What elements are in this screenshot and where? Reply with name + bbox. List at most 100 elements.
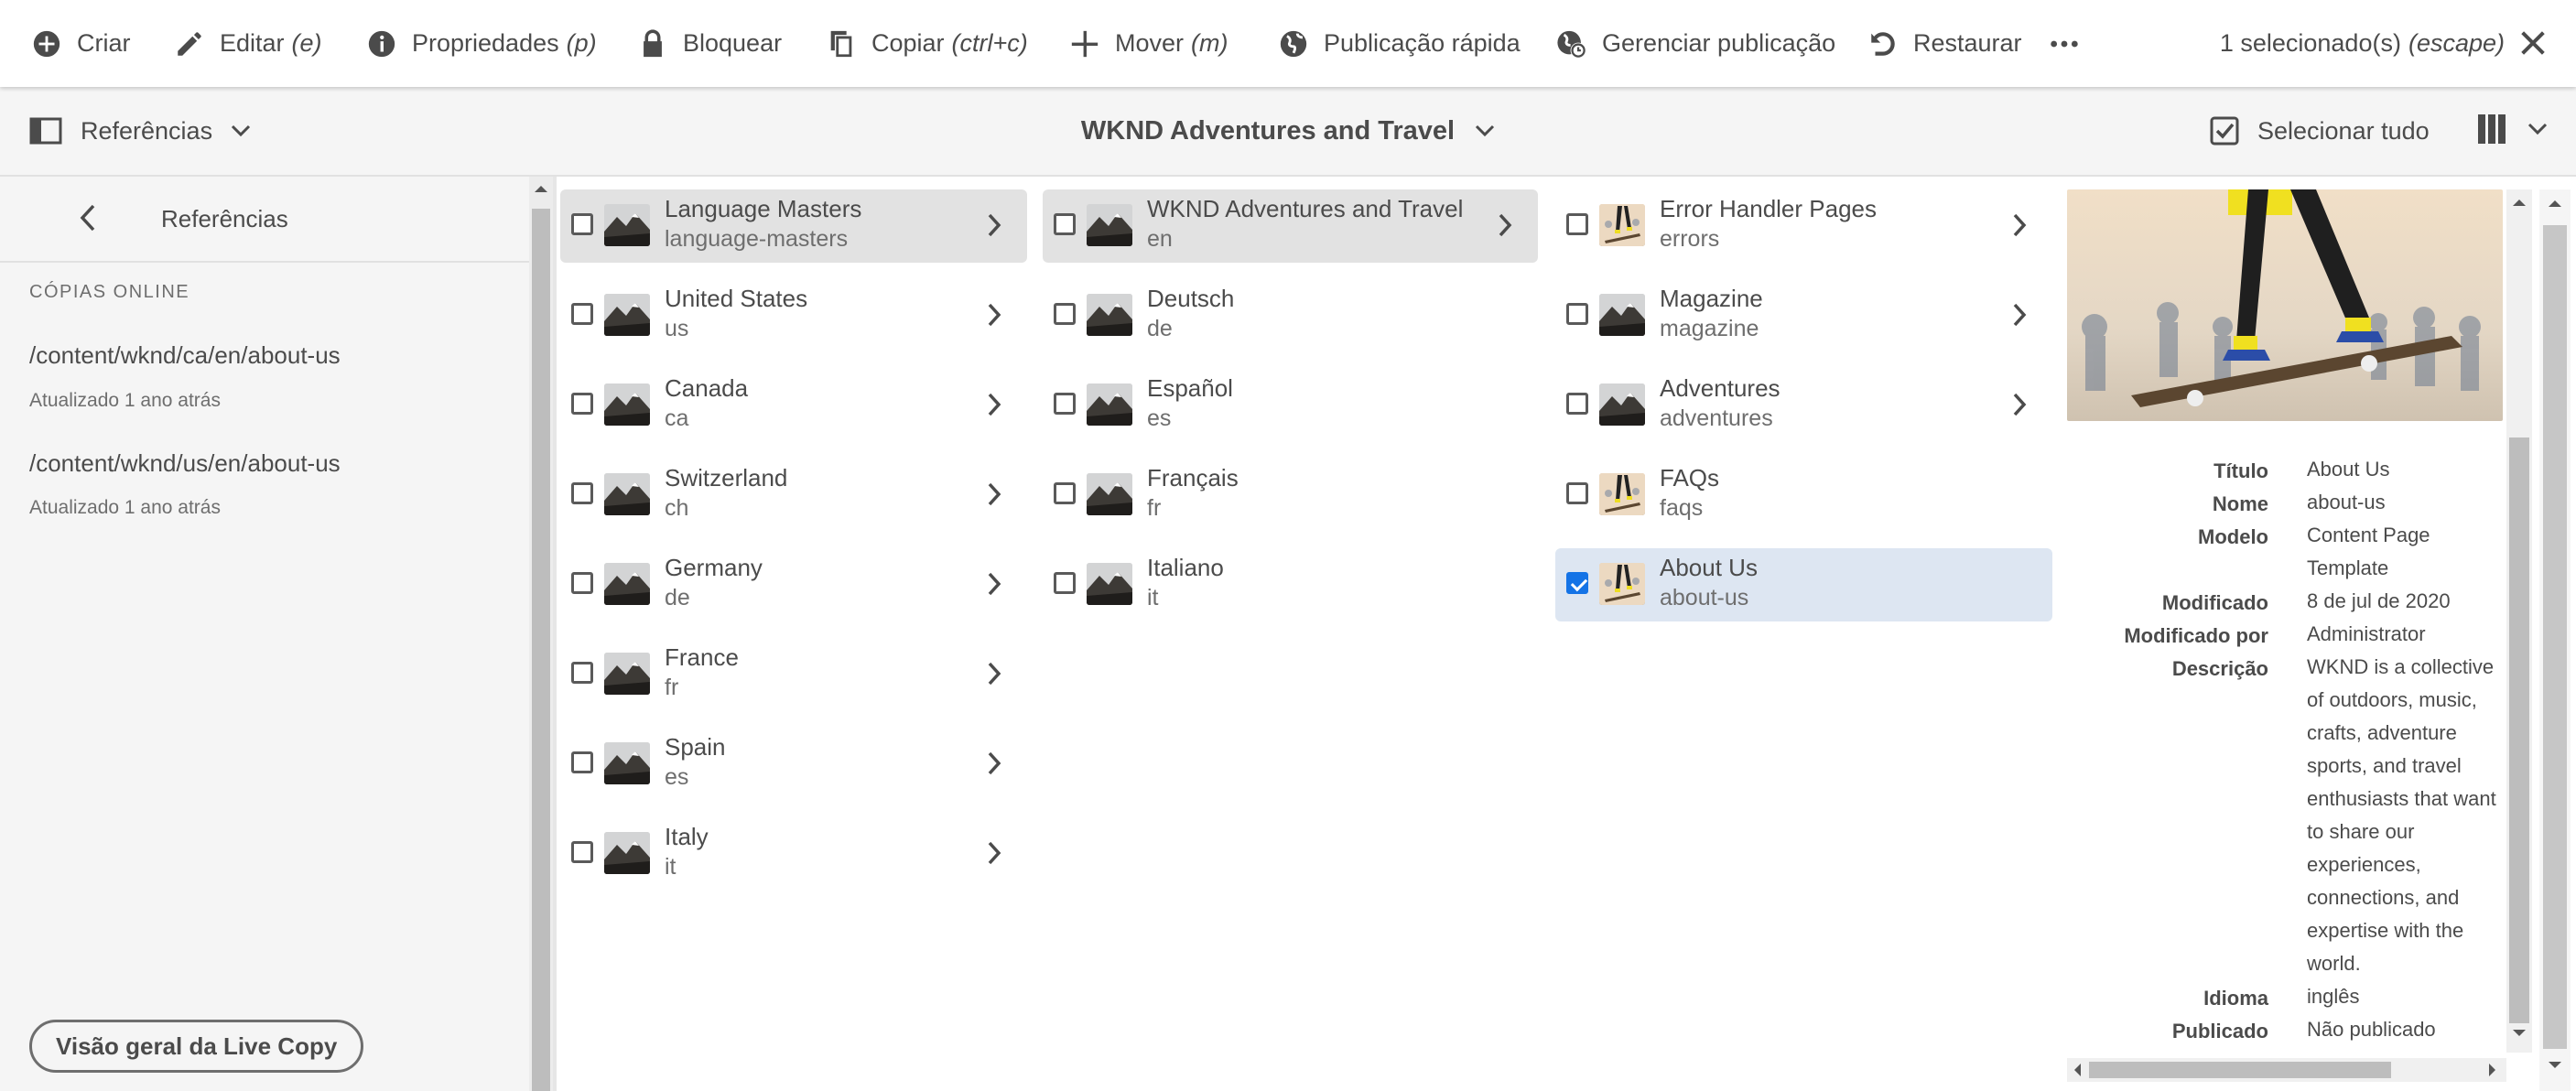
column-row[interactable]: France fr <box>560 638 1027 711</box>
column-row[interactable]: Germany de <box>560 548 1027 621</box>
chevron-right-icon[interactable] <box>987 661 1001 686</box>
column-row[interactable]: Italy it <box>560 817 1027 891</box>
column-row[interactable]: Français fr <box>1043 459 1538 532</box>
close-icon[interactable] <box>2517 27 2549 59</box>
meta-label-language: Idioma <box>2203 987 2268 1010</box>
scroll-down-arrow-icon[interactable] <box>2547 1060 2563 1071</box>
chevron-right-icon[interactable] <box>1498 212 1512 238</box>
rail-scrollbar-thumb[interactable] <box>532 209 550 1091</box>
row-checkbox[interactable] <box>571 841 593 863</box>
column-row[interactable]: Canada ca <box>560 369 1027 442</box>
row-checkbox[interactable] <box>1054 572 1076 594</box>
rail-toggle-button[interactable]: Referências <box>29 87 269 175</box>
live-copy-link[interactable]: /content/wknd/us/en/about-us <box>29 449 341 478</box>
column-row[interactable]: FAQs faqs <box>1555 459 2052 532</box>
row-checkbox[interactable] <box>571 751 593 773</box>
row-checkbox[interactable] <box>1054 303 1076 325</box>
row-checkbox[interactable] <box>571 393 593 415</box>
column-row[interactable]: Italiano it <box>1043 548 1538 621</box>
row-checkbox[interactable] <box>571 303 593 325</box>
meta-scrollbar-thumb[interactable] <box>2509 437 2529 1023</box>
chevron-right-icon[interactable] <box>987 840 1001 866</box>
move-shortcut: (m) <box>1191 29 1228 57</box>
row-title: Error Handler Pages <box>1660 195 1877 222</box>
column-row[interactable]: About Us about-us <box>1555 548 2052 621</box>
row-name: faqs <box>1660 495 1704 521</box>
meta-value-title: About Us <box>2307 458 2390 481</box>
scroll-up-arrow-icon[interactable] <box>2547 198 2563 209</box>
live-copy-updated: Atualizado 1 ano atrás <box>29 497 221 518</box>
row-checkbox[interactable] <box>571 662 593 684</box>
more-actions-button[interactable] <box>2049 0 2080 87</box>
rail-divider[interactable] <box>553 177 557 1091</box>
column-row[interactable]: WKND Adventures and Travel en <box>1043 189 1538 263</box>
chevron-right-icon[interactable] <box>2012 302 2027 328</box>
row-checkbox[interactable] <box>571 572 593 594</box>
scroll-up-arrow-icon[interactable] <box>2512 198 2527 207</box>
quick-publish-button[interactable]: Publicação rápida <box>1278 0 1521 87</box>
view-switcher[interactable] <box>2476 113 2548 146</box>
page-title-text: WKND Adventures and Travel <box>1080 115 1456 146</box>
column-row[interactable]: Switzerland ch <box>560 459 1027 532</box>
column-row[interactable]: Magazine magazine <box>1555 279 2052 352</box>
row-checkbox[interactable] <box>1566 213 1588 235</box>
row-checkbox[interactable] <box>1566 393 1588 415</box>
row-title: Spain <box>665 733 726 761</box>
page-scrollbar-thumb[interactable] <box>2543 225 2567 1049</box>
row-name: en <box>1147 226 1173 252</box>
chevron-right-icon[interactable] <box>2012 212 2027 238</box>
row-checkbox[interactable] <box>1566 572 1588 594</box>
column-row[interactable]: Deutsch de <box>1043 279 1538 352</box>
chevron-right-icon[interactable] <box>987 751 1001 776</box>
column-row[interactable]: Spain es <box>560 728 1027 801</box>
scroll-up-arrow-icon[interactable] <box>533 183 549 194</box>
page-preview-thumbnail <box>2067 189 2503 421</box>
chevron-right-icon[interactable] <box>987 571 1001 597</box>
scroll-right-arrow-icon[interactable] <box>2488 1063 2497 1077</box>
column-row[interactable]: Adventures adventures <box>1555 369 2052 442</box>
meta-label-published: Publicado <box>2171 1020 2268 1042</box>
create-button[interactable]: Criar <box>31 0 131 87</box>
chevron-right-icon[interactable] <box>987 302 1001 328</box>
scroll-left-arrow-icon[interactable] <box>2073 1063 2082 1077</box>
row-name: adventures <box>1660 405 1773 431</box>
column-row[interactable]: Error Handler Pages errors <box>1555 189 2052 263</box>
meta-horizontal-scrollbar-thumb[interactable] <box>2089 1062 2391 1078</box>
column-row[interactable]: Español es <box>1043 369 1538 442</box>
chevron-right-icon[interactable] <box>987 481 1001 507</box>
chevron-right-icon[interactable] <box>2012 392 2027 417</box>
mountain-thumbnail <box>1599 294 1645 336</box>
scroll-down-arrow-icon[interactable] <box>2512 1029 2527 1038</box>
column-row[interactable]: Language Masters language-masters <box>560 189 1027 263</box>
properties-button[interactable]: Propriedades (p) <box>366 0 597 87</box>
row-checkbox[interactable] <box>571 213 593 235</box>
select-all-button[interactable]: Selecionar tudo <box>2210 87 2430 175</box>
row-checkbox[interactable] <box>1566 303 1588 325</box>
meta-value-name: about-us <box>2307 491 2386 513</box>
globe-icon <box>1280 30 1307 57</box>
live-copy-link[interactable]: /content/wknd/ca/en/about-us <box>29 341 341 370</box>
row-checkbox[interactable] <box>1054 393 1076 415</box>
row-name: fr <box>1147 495 1162 521</box>
mountain-thumbnail <box>604 204 650 246</box>
live-copy-overview-button[interactable]: Visão geral da Live Copy <box>29 1020 364 1073</box>
live-copy-updated: Atualizado 1 ano atrás <box>29 390 221 411</box>
move-button[interactable]: Mover (m) <box>1069 0 1228 87</box>
chevron-right-icon[interactable] <box>987 392 1001 417</box>
row-title: France <box>665 643 739 671</box>
row-title: Español <box>1147 374 1233 402</box>
quick-publish-label: Publicação rápida <box>1324 29 1521 57</box>
lock-button[interactable]: Bloquear <box>637 0 782 87</box>
copy-button[interactable]: Copiar (ctrl+c) <box>826 0 1028 87</box>
column-row[interactable]: United States us <box>560 279 1027 352</box>
row-checkbox[interactable] <box>1054 482 1076 504</box>
chevron-right-icon[interactable] <box>987 212 1001 238</box>
restore-button[interactable]: Restaurar <box>1867 0 2022 87</box>
row-checkbox[interactable] <box>1054 213 1076 235</box>
row-checkbox[interactable] <box>1566 482 1588 504</box>
row-checkbox[interactable] <box>571 482 593 504</box>
chevron-left-icon[interactable] <box>79 202 99 233</box>
manage-publication-button[interactable]: Gerenciar publicação <box>1556 0 1835 87</box>
edit-button[interactable]: Editar (e) <box>174 0 322 87</box>
chevron-down-icon[interactable] <box>1475 124 1495 137</box>
